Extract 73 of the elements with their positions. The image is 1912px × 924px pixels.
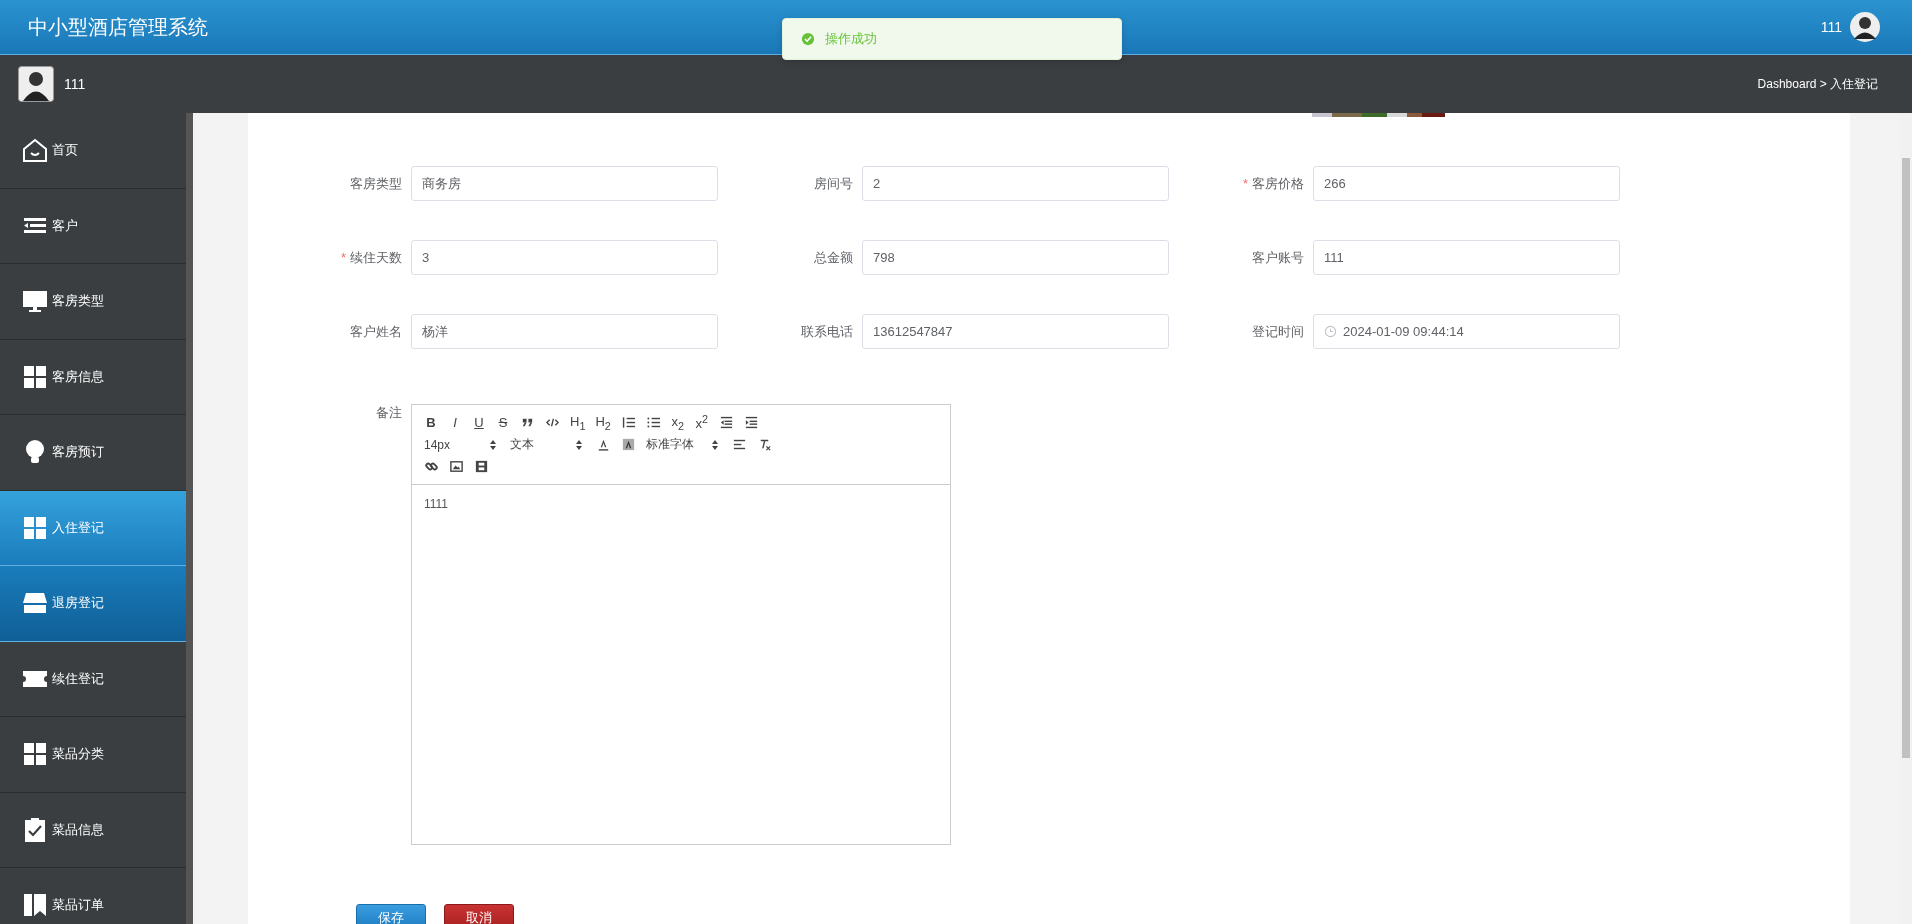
breadcrumb[interactable]: Dashboard > 入住登记 bbox=[1757, 75, 1878, 93]
input-field[interactable]: 3 bbox=[411, 240, 718, 275]
sidebar-item[interactable]: 菜品信息 bbox=[0, 792, 186, 868]
updown-caret-icon bbox=[712, 439, 718, 450]
bullet-list-icon[interactable] bbox=[645, 415, 661, 430]
toolbar-select[interactable]: 标准字体 bbox=[646, 436, 722, 453]
toolbar-select[interactable]: 文本 bbox=[510, 436, 586, 453]
sidebar-item[interactable]: 客房预订 bbox=[0, 415, 186, 491]
align-icon[interactable] bbox=[732, 437, 747, 452]
format-button[interactable]: H$_{1}$ bbox=[570, 413, 586, 432]
sidebar-item[interactable]: 客房类型 bbox=[0, 264, 186, 340]
sidebar-item[interactable]: 续住登记 bbox=[0, 641, 186, 717]
input-field[interactable]: 商务房 bbox=[411, 166, 718, 201]
updown-caret-icon bbox=[576, 439, 582, 450]
sidebar-item[interactable]: 客房信息 bbox=[0, 339, 186, 415]
monitor-icon bbox=[22, 288, 48, 315]
input-field[interactable]: 杨洋 bbox=[411, 314, 718, 349]
grid-icon bbox=[22, 514, 48, 541]
toolbar-select[interactable]: 14px bbox=[424, 437, 500, 452]
field-label: 总金额 bbox=[813, 248, 853, 267]
check-circle-icon bbox=[801, 32, 815, 46]
field-label: 客户账号 bbox=[1251, 248, 1304, 267]
cancel-button[interactable]: 取消 bbox=[444, 904, 514, 924]
input-field[interactable]: 111 bbox=[1313, 240, 1620, 275]
grid-icon bbox=[22, 741, 48, 768]
home-icon bbox=[22, 137, 48, 164]
field-label: * 续住天数 bbox=[339, 248, 402, 267]
format-button[interactable]: x$_{2}$ bbox=[670, 413, 685, 432]
sidebar-item[interactable]: 首页 bbox=[0, 113, 186, 189]
grid-icon bbox=[22, 363, 48, 390]
save-button[interactable]: 保存 bbox=[356, 904, 426, 924]
user-name[interactable]: 111 bbox=[1820, 19, 1842, 35]
image-icon[interactable] bbox=[449, 459, 464, 474]
format-button[interactable]: B bbox=[424, 415, 438, 430]
sidebar-item[interactable]: 客户 bbox=[0, 188, 186, 264]
sidebar-item[interactable]: 入住登记 bbox=[0, 490, 186, 566]
field-label: 联系电话 bbox=[800, 322, 853, 341]
sidebar-item[interactable]: 菜品分类 bbox=[0, 717, 186, 793]
clipboard-check-icon bbox=[22, 816, 48, 843]
format-button[interactable]: H$_{2}$ bbox=[595, 413, 611, 432]
field-label: 登记时间 bbox=[1251, 322, 1304, 341]
format-button[interactable]: x$^{2}$ bbox=[694, 413, 709, 432]
app-title: 中小型酒店管理系统 bbox=[28, 14, 208, 40]
sidebar-item[interactable]: 退房登记 bbox=[0, 566, 186, 642]
input-field[interactable]: 266 bbox=[1313, 166, 1620, 201]
field-label: * 客房价格 bbox=[1241, 174, 1304, 193]
highlight-icon[interactable] bbox=[621, 437, 636, 452]
format-button[interactable]: S bbox=[496, 415, 510, 430]
outdent-icon[interactable] bbox=[718, 415, 734, 430]
numbered-list-icon[interactable] bbox=[620, 415, 636, 430]
field-label: 客房类型 bbox=[349, 174, 402, 193]
editor-text[interactable]: 1111 bbox=[424, 497, 449, 511]
field-label: 备注 bbox=[375, 404, 402, 422]
input-field[interactable]: 2024-01-09 09:44:14 bbox=[1313, 314, 1620, 349]
book-icon bbox=[22, 892, 48, 919]
input-field[interactable]: 13612547847 bbox=[862, 314, 1169, 349]
user-name: 111 bbox=[64, 76, 86, 92]
input-field[interactable]: 798 bbox=[862, 240, 1169, 275]
field-label: 客户姓名 bbox=[349, 322, 402, 341]
avatar-icon[interactable] bbox=[18, 66, 54, 102]
sidebar-item[interactable]: 菜品订单 bbox=[0, 868, 186, 924]
clock-icon bbox=[1324, 325, 1337, 338]
format-button[interactable]: I bbox=[448, 415, 462, 430]
input-field[interactable]: 2 bbox=[862, 166, 1169, 201]
field-label: 房间号 bbox=[813, 174, 853, 193]
toast-message: 操作成功 bbox=[825, 30, 877, 48]
avatar-icon[interactable] bbox=[1850, 12, 1880, 42]
updown-caret-icon bbox=[490, 439, 496, 450]
indent-icon[interactable] bbox=[743, 415, 759, 430]
film-icon[interactable] bbox=[474, 459, 489, 474]
text-color-icon[interactable] bbox=[596, 437, 611, 452]
format-button[interactable]: U bbox=[472, 415, 486, 430]
scrollbar[interactable] bbox=[1900, 113, 1912, 924]
